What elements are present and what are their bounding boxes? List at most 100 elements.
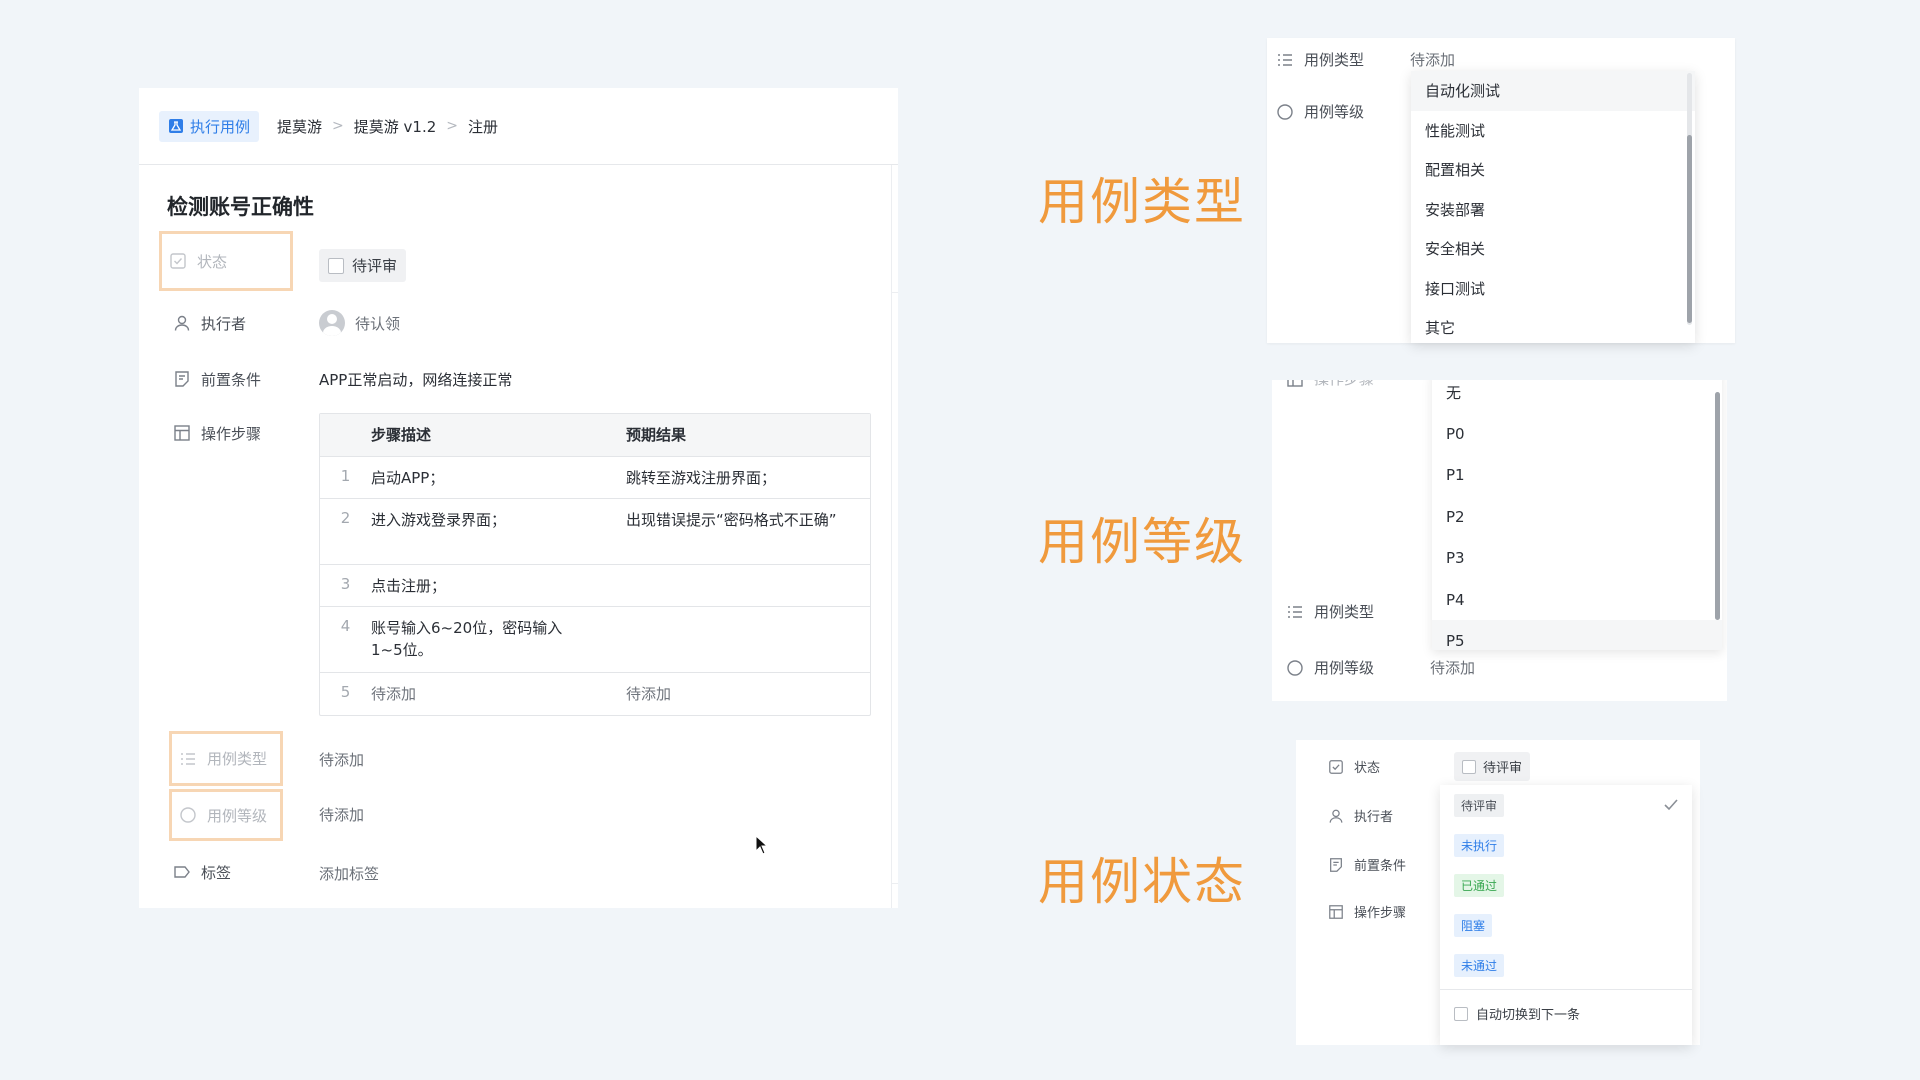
row-num: 1 — [340, 467, 351, 485]
chevron-right-icon: > — [332, 118, 344, 134]
steps-label: 操作步骤 — [1354, 906, 1407, 921]
step-desc[interactable]: 启动APP； — [371, 457, 626, 498]
type-label: 用例类型 — [207, 750, 268, 768]
status-value[interactable]: 待评审 — [1454, 752, 1531, 781]
scrollbar-thumb[interactable] — [1715, 392, 1720, 620]
menu-item[interactable]: P2 — [1432, 496, 1722, 537]
menu-item[interactable]: P1 — [1432, 455, 1722, 496]
table-row[interactable]: 5 待添加 待添加 — [320, 673, 870, 715]
breadcrumb-item-module[interactable]: 注册 — [468, 116, 498, 137]
step-expected[interactable] — [626, 565, 841, 606]
page-title: 检测账号正确性 — [167, 195, 314, 219]
menu-item[interactable]: P3 — [1432, 538, 1722, 579]
table-icon — [1328, 904, 1344, 920]
auto-next-label: 自动切换到下一条 — [1476, 1008, 1581, 1023]
level-value[interactable]: 待添加 — [1430, 657, 1475, 678]
step-desc[interactable]: 进入游戏登录界面； — [371, 499, 626, 564]
field-label-type: 用例类型 — [169, 731, 283, 786]
status-chip-label: 待评审 — [1483, 761, 1523, 776]
menu-item[interactable]: 性能测试 — [1411, 111, 1695, 151]
auto-next-checkbox[interactable] — [1454, 1006, 1468, 1021]
step-expected[interactable]: 出现错误提示“密码格式不正确” — [626, 499, 841, 564]
check-icon — [1664, 799, 1678, 811]
breadcrumb-item-project[interactable]: 提莫游 — [277, 116, 322, 137]
level-value[interactable]: 待添加 — [319, 804, 364, 825]
type-field-label: 用例类型 — [1286, 601, 1374, 622]
exec-case-tab[interactable]: 执行用例 — [159, 110, 260, 142]
level-label: 用例等级 — [1304, 103, 1365, 121]
list-icon — [1286, 603, 1304, 621]
steps-field-label-clipped: 操作步骤 — [1286, 380, 1374, 389]
list-icon — [179, 750, 197, 768]
status-dropdown-demo: 状态 待评审 执行者 前置条件 操作步骤 待评审 未执行 已通过 阻塞 未通过 … — [1296, 740, 1700, 1045]
row-num: 4 — [340, 617, 351, 635]
menu-item-not-executed[interactable]: 未执行 — [1440, 825, 1692, 865]
precondition-label: 前置条件 — [201, 370, 262, 389]
menu-item[interactable]: 自动化测试 — [1411, 71, 1695, 111]
menu-item[interactable]: 其它 — [1411, 308, 1695, 343]
auto-next-option[interactable]: 自动切换到下一条 — [1440, 989, 1692, 1037]
menu-item[interactable]: 接口测试 — [1411, 269, 1695, 309]
status-tag: 已通过 — [1454, 873, 1505, 897]
executor-value[interactable]: 待认领 — [319, 310, 400, 336]
add-tag-button[interactable]: 添加标签 — [319, 863, 379, 884]
precondition-value[interactable]: APP正常启动，网络连接正常 — [319, 369, 512, 390]
menu-item[interactable]: P4 — [1432, 579, 1722, 620]
type-dropdown-demo: 用例类型 待添加 用例等级 自动化测试 性能测试 配置相关 安装部署 安全相关 … — [1267, 38, 1735, 343]
precondition-field-label: 前置条件 — [1328, 855, 1406, 874]
type-value[interactable]: 待添加 — [1410, 49, 1455, 70]
breadcrumb-item-version[interactable]: 提莫游 v1.2 — [354, 116, 437, 137]
step-desc[interactable]: 账号输入6~20位，密码输入1~5位。 — [371, 607, 576, 672]
status-chip[interactable]: 待评审 — [319, 249, 407, 282]
menu-item-failed[interactable]: 未通过 — [1440, 945, 1692, 985]
step-expected[interactable] — [626, 607, 841, 672]
circle-icon — [1286, 659, 1304, 677]
type-field-label: 用例类型 — [1276, 49, 1364, 70]
document-icon — [173, 370, 191, 388]
col-header-expected: 预期结果 — [626, 426, 687, 444]
menu-item[interactable]: P0 — [1432, 413, 1722, 454]
section-title-status: 用例状态 — [1038, 853, 1246, 911]
executor-text: 待认领 — [355, 314, 401, 333]
status-tag: 未通过 — [1454, 953, 1505, 977]
menu-item[interactable]: 安全相关 — [1411, 229, 1695, 269]
step-expected[interactable]: 跳转至游戏注册界面； — [626, 457, 841, 498]
tags-label: 标签 — [201, 863, 232, 882]
level-dropdown-demo: 操作步骤 无 P0 P1 P2 P3 P4 P5 用例类型 用例等级 待添加 — [1272, 380, 1727, 701]
table-row[interactable]: 2 进入游戏登录界面； 出现错误提示“密码格式不正确” — [320, 499, 870, 565]
steps-label: 操作步骤 — [201, 424, 262, 443]
status-value[interactable]: 待评审 — [319, 249, 407, 282]
menu-item[interactable]: 配置相关 — [1411, 150, 1695, 190]
type-value[interactable]: 待添加 — [319, 749, 364, 770]
menu-item[interactable]: 无 — [1432, 380, 1722, 413]
step-desc-placeholder[interactable]: 待添加 — [371, 673, 626, 715]
menu-item-blocked[interactable]: 阻塞 — [1440, 905, 1692, 945]
menu-item[interactable]: 安装部署 — [1411, 190, 1695, 230]
field-label-precondition: 前置条件 — [163, 351, 295, 407]
menu-item[interactable]: P5 — [1432, 620, 1722, 650]
status-chip[interactable]: 待评审 — [1454, 752, 1531, 781]
table-row[interactable]: 3 点击注册； — [320, 565, 870, 607]
menu-item-passed[interactable]: 已通过 — [1440, 865, 1692, 905]
chevron-right-icon: > — [446, 118, 459, 134]
type-label: 用例类型 — [1304, 51, 1365, 69]
circle-icon — [1276, 103, 1294, 121]
cursor-icon — [755, 835, 769, 855]
field-label-executor: 执行者 — [163, 295, 295, 351]
table-row[interactable]: 1 启动APP； 跳转至游戏注册界面； — [320, 457, 870, 499]
status-checkbox[interactable] — [328, 257, 344, 274]
user-icon — [1328, 808, 1344, 824]
status-checkbox[interactable] — [1462, 759, 1476, 774]
menu-item-pending-review[interactable]: 待评审 — [1440, 785, 1692, 825]
table-row[interactable]: 4 账号输入6~20位，密码输入1~5位。 — [320, 607, 870, 673]
avatar — [319, 310, 345, 336]
scrollbar-thumb[interactable] — [1687, 135, 1692, 323]
type-label: 用例类型 — [1314, 603, 1375, 621]
scrollbar[interactable] — [1687, 73, 1692, 325]
document-icon — [1328, 857, 1344, 873]
scrollbar[interactable] — [1715, 392, 1720, 620]
step-expected-placeholder[interactable]: 待添加 — [626, 673, 841, 715]
executor-field-label: 执行者 — [1328, 806, 1393, 825]
section-title-type: 用例类型 — [1038, 173, 1246, 231]
step-desc[interactable]: 点击注册； — [371, 565, 626, 606]
